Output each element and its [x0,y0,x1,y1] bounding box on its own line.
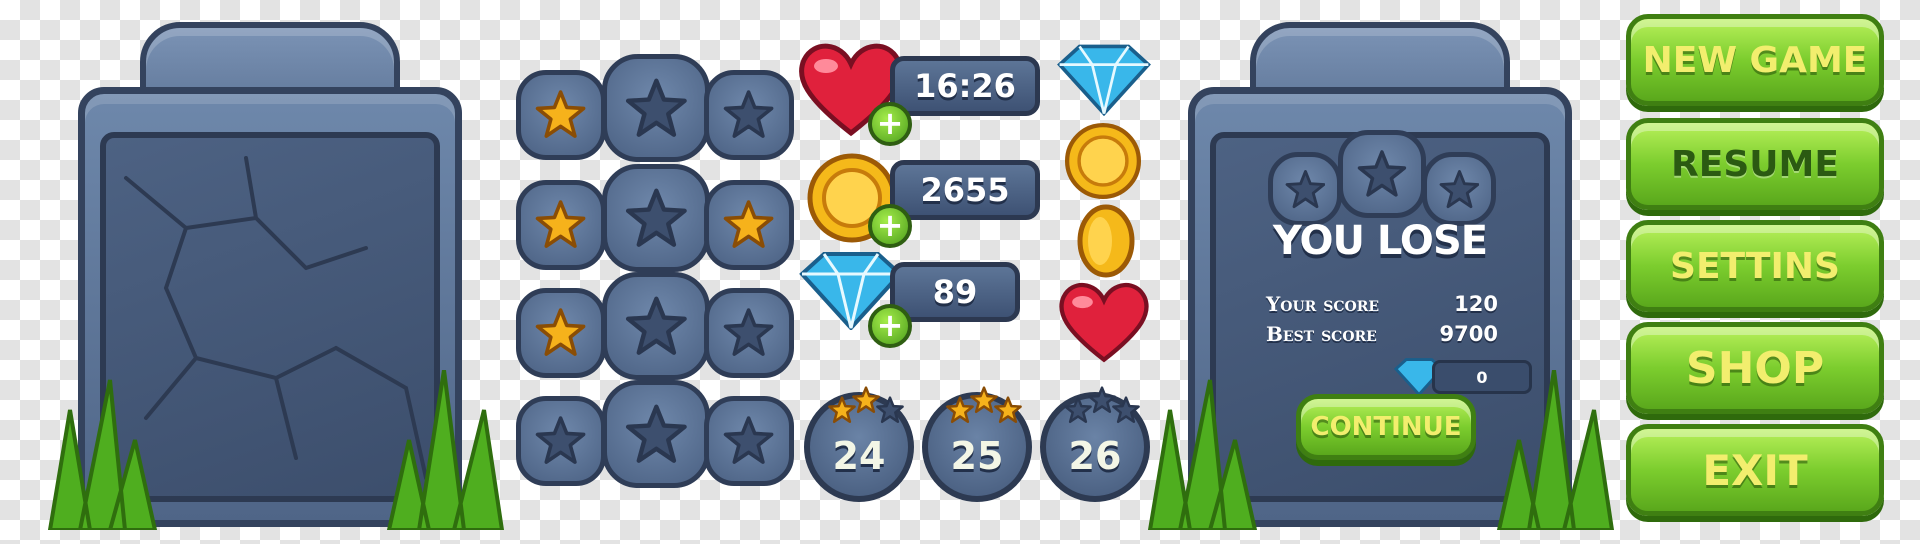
grass-left-decoration [47,379,158,530]
grass-right-decoration [1496,370,1614,530]
exit-button[interactable]: EXIT [1626,424,1884,516]
star-tile [704,70,794,160]
star-tile [602,272,710,380]
star-empty-icon [724,90,774,139]
coin-side-icon [1077,204,1135,278]
lives-timer-display: 16:26 [890,56,1040,116]
best-score-value: 9700 [1439,322,1498,346]
lose-dialog: YOU LOSE Your score 120 Best score 9700 … [1147,22,1614,530]
continue-button[interactable]: CONTINUE [1296,394,1476,460]
your-score-label: Your score [1266,292,1380,316]
new-game-label: NEW GAME [1642,39,1868,81]
grass-right-decoration [386,370,504,530]
coins-display: 2655 [890,160,1040,220]
star-empty-icon [625,188,687,247]
your-score-value: 120 [1454,292,1498,316]
star-filled-icon [724,200,774,249]
star-filled-icon [536,200,586,249]
star-empty-icon [625,296,687,355]
best-score-label: Best score [1266,322,1377,346]
star-tile [704,288,794,378]
coin-icon [1064,122,1142,200]
level-stars [810,386,920,426]
level-badge[interactable]: 26 [1040,386,1150,502]
star-empty-icon [724,416,774,465]
add-coins-button[interactable]: + [868,204,912,248]
grass-left-decoration [1147,379,1258,530]
star-empty-icon [876,396,904,424]
settings-button[interactable]: SETTINS [1626,220,1884,312]
level-number: 25 [950,434,1004,478]
add-lives-button[interactable]: + [868,102,912,146]
star-empty-icon [1112,396,1140,424]
level-badge[interactable]: 24 [804,386,914,502]
star-tile [602,164,710,272]
settings-label: SETTINS [1670,245,1840,287]
star-filled-icon [536,308,586,357]
star-empty-icon [1285,169,1325,208]
star-empty-icon [625,78,687,137]
continue-button-label: CONTINUE [1310,412,1462,442]
star-tile [1338,130,1426,218]
shop-button[interactable]: SHOP [1626,322,1884,414]
new-game-button[interactable]: NEW GAME [1626,14,1884,106]
resume-label: RESUME [1671,143,1839,185]
star-empty-icon [1439,169,1479,208]
level-stars [928,386,1038,426]
level-number: 24 [832,434,886,478]
gems-display: 89 [890,262,1020,322]
star-tile [516,70,606,160]
heart-icon [1059,282,1149,363]
star-tile [704,180,794,270]
gem-icon [1057,44,1151,116]
star-tile [516,396,606,486]
star-tile [1422,152,1496,226]
star-tile [1268,152,1342,226]
star-tile [516,288,606,378]
star-tile [602,380,710,488]
star-empty-icon [724,308,774,357]
empty-stone-panel [47,22,504,530]
add-gems-button[interactable]: + [868,304,912,348]
exit-label: EXIT [1702,445,1808,495]
lose-title: YOU LOSE [1272,218,1488,264]
star-empty-icon [1357,150,1407,197]
resume-button[interactable]: RESUME [1626,118,1884,210]
star-tile [602,54,710,162]
star-empty-icon [536,416,586,465]
shop-label: SHOP [1685,342,1825,394]
star-empty-icon [625,404,687,463]
level-badge[interactable]: 25 [922,386,1032,502]
star-filled-icon [536,90,586,139]
star-tile [704,396,794,486]
level-number: 26 [1068,434,1122,478]
star-filled-icon [994,396,1022,424]
star-tile [516,180,606,270]
